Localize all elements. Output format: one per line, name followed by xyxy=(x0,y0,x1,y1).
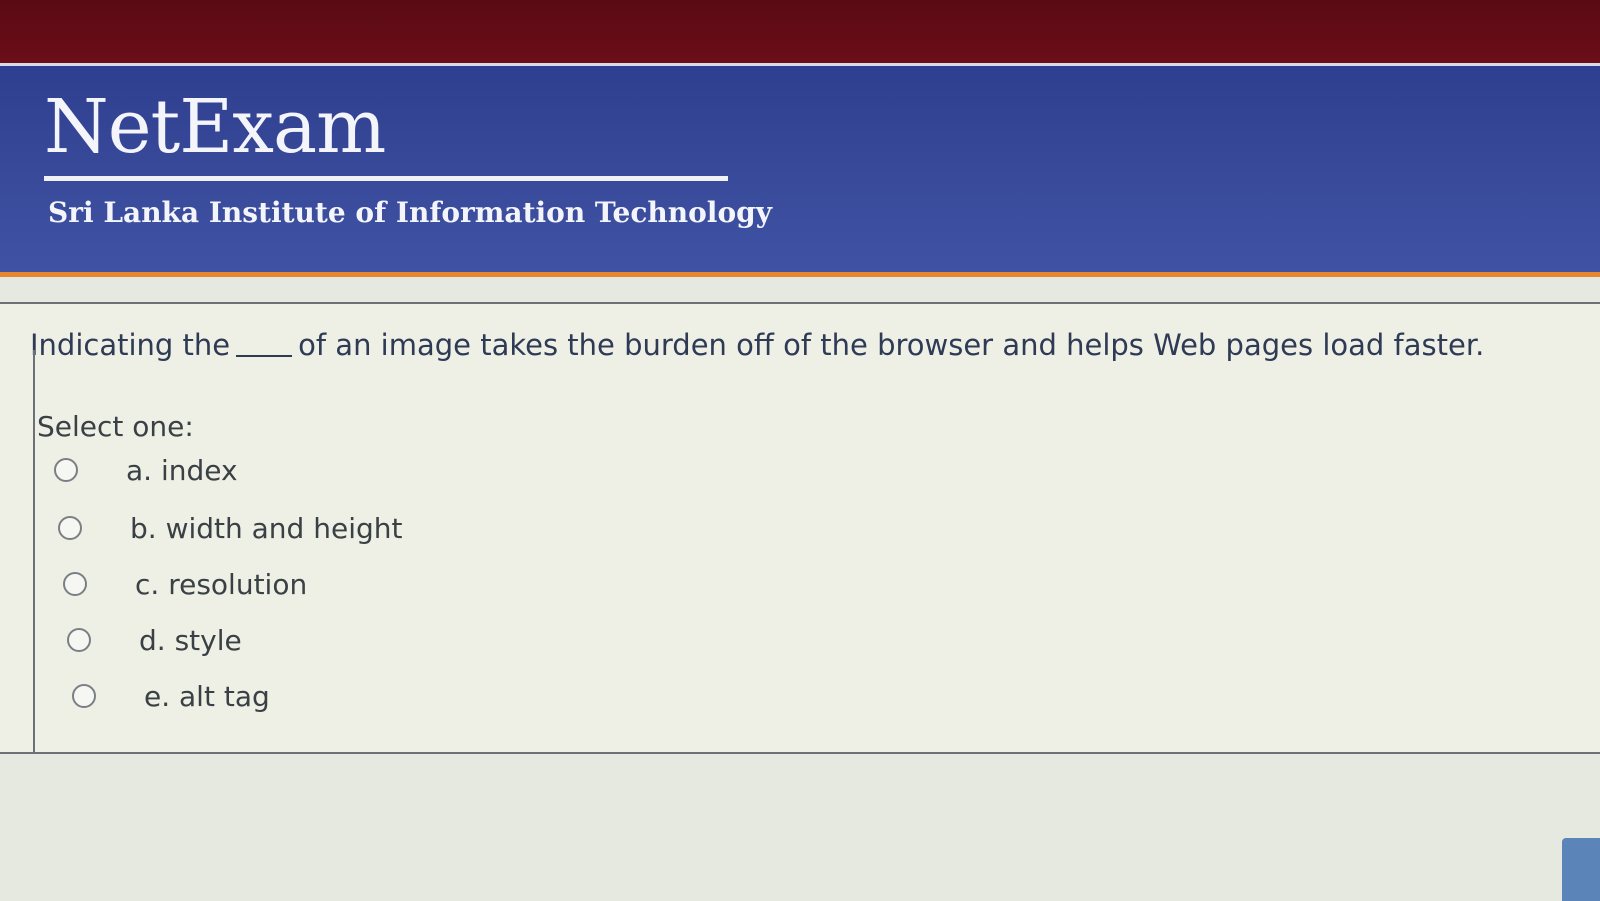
browser-top-bar xyxy=(0,0,1600,64)
radio-option-e[interactable] xyxy=(72,684,96,708)
next-page-button[interactable] xyxy=(1562,838,1600,901)
radio-option-d[interactable] xyxy=(67,628,91,652)
option-label-c[interactable]: c. resolution xyxy=(135,568,307,601)
option-label-d[interactable]: d. style xyxy=(139,624,242,657)
option-e[interactable]: e. alt tag xyxy=(72,676,270,716)
option-b[interactable]: b. width and height xyxy=(58,508,402,548)
option-label-b[interactable]: b. width and height xyxy=(130,512,402,545)
institution-name: Sri Lanka Institute of Information Techn… xyxy=(48,196,772,229)
option-label-e[interactable]: e. alt tag xyxy=(144,680,270,713)
question-text-after: of an image takes the burden off of the … xyxy=(298,328,1485,362)
radio-option-a[interactable] xyxy=(54,458,78,482)
question-panel: Indicating the of an image takes the burd… xyxy=(0,302,1600,754)
option-a[interactable]: a. index xyxy=(54,450,238,490)
question-text-before: Indicating the xyxy=(30,328,231,362)
select-one-prompt: Select one: xyxy=(37,410,194,443)
option-d[interactable]: d. style xyxy=(67,620,242,660)
radio-option-c[interactable] xyxy=(63,572,87,596)
question-blank xyxy=(236,355,293,357)
radio-option-b[interactable] xyxy=(58,516,82,540)
option-c[interactable]: c. resolution xyxy=(63,564,307,604)
site-header-banner: NetExam Sri Lanka Institute of Informati… xyxy=(0,66,1600,272)
header-accent-line xyxy=(0,272,1600,277)
question-text: Indicating the of an image takes the burd… xyxy=(30,328,1484,362)
netexam-logo[interactable]: NetExam xyxy=(44,90,386,164)
option-label-a[interactable]: a. index xyxy=(126,454,238,487)
question-panel-left-border xyxy=(33,350,35,754)
logo-underline xyxy=(44,176,728,181)
